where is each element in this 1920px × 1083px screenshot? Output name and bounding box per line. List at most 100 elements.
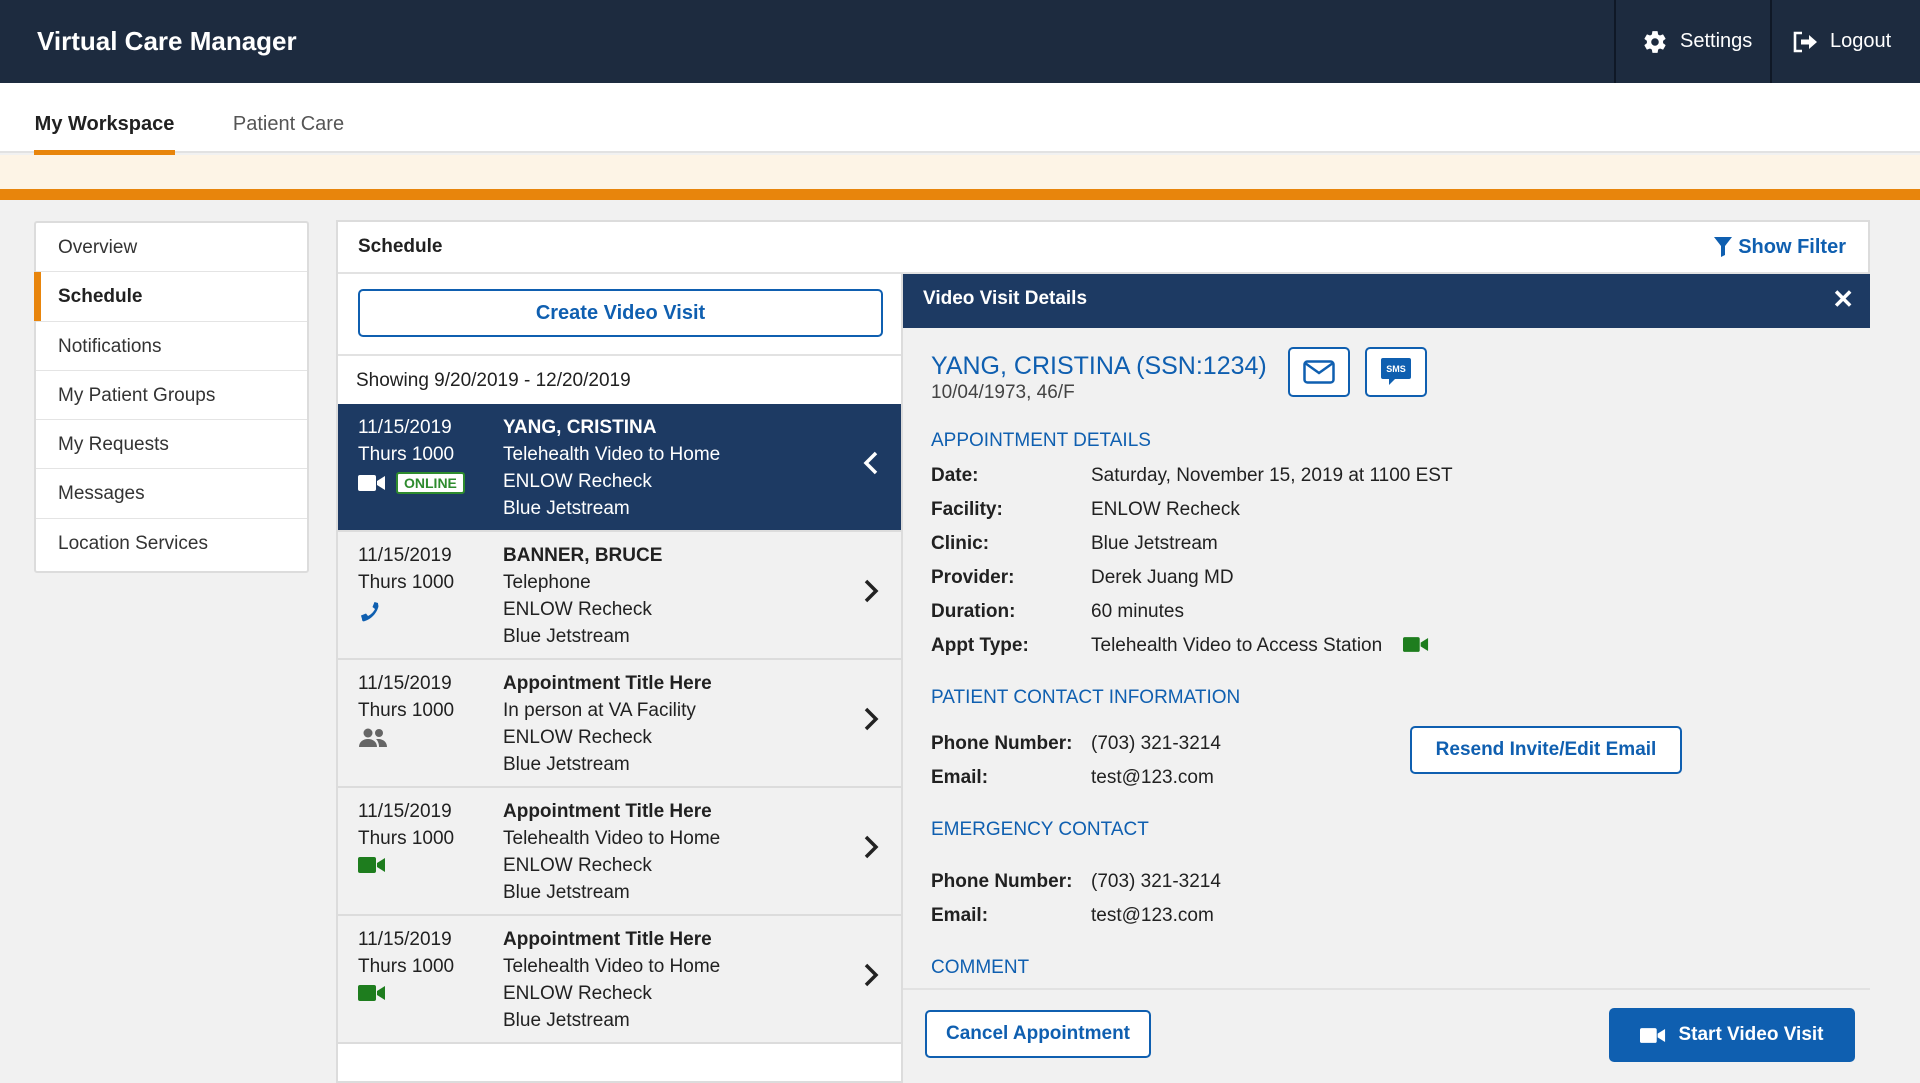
comment-heading: COMMENT [931,957,1030,978]
logout-label: Logout [1830,30,1892,52]
create-video-visit-button[interactable]: Create Video Visit [358,289,883,337]
alert-band [0,155,1920,189]
appointment-item[interactable]: 11/15/2019 Thurs 1000 BANNER, BRUCE Tele… [338,532,901,660]
appointment-facility: ENLOW Recheck [503,471,652,492]
sms-patient-button[interactable]: SMS [1365,347,1427,397]
email-value: test@123.com [1091,767,1214,788]
show-filter-label: Show Filter [1738,235,1846,258]
close-icon[interactable]: ✕ [1832,274,1854,324]
logout-icon [1793,31,1817,52]
provider-row: Provider: Derek Juang MD [931,567,1234,589]
accent-divider [0,189,1920,200]
patient-dob: 10/04/1973, 46/F [931,382,1075,403]
video-visit-details-panel: Video Visit Details ✕ YANG, CRISTINA (SS… [903,274,1870,1083]
sms-icon: SMS [1381,358,1411,385]
chevron-right-icon [864,707,879,731]
settings-label: Settings [1680,30,1753,52]
chevron-left-icon [863,451,878,475]
appointment-time: Thurs 1000 [358,444,455,465]
appointment-title: Appointment Title Here [503,801,712,822]
sms-label: SMS [1386,364,1406,374]
appt-type-value: Telehealth Video to Access Station [1091,635,1383,656]
phone-value: (703) 321-3214 [1091,733,1221,754]
appointment-facility: ENLOW Recheck [503,599,652,620]
settings-button[interactable]: Settings [1614,0,1770,83]
details-title: Video Visit Details [923,288,1088,309]
sidebar-nav: Overview Schedule Notifications My Patie… [34,221,309,573]
appointment-facility: ENLOW Recheck [503,727,652,748]
appointment-time: Thurs 1000 [358,572,455,593]
appointment-type: Telehealth Video to Home [503,444,721,465]
email-patient-button[interactable] [1288,347,1350,397]
tab-patient-care[interactable]: Patient Care [220,83,357,155]
online-status-badge: ONLINE [396,472,465,494]
patient-phone-row: Phone Number: (703) 321-3214 [931,733,1221,755]
app-title: Virtual Care Manager [37,26,297,56]
date-range-label: Showing 9/20/2019 - 12/20/2019 [338,354,901,404]
appointment-item[interactable]: 11/15/2019 Thurs 1000 Appointment Title … [338,788,901,916]
date-label: Date: [931,465,979,486]
email-value: test@123.com [1091,905,1214,926]
appointment-clinic: Blue Jetstream [503,1010,630,1031]
filter-icon [1714,237,1733,257]
sidebar-item-messages[interactable]: Messages [36,469,307,519]
emergency-phone-row: Phone Number: (703) 321-3214 [931,871,1221,893]
facility-value: ENLOW Recheck [1091,499,1240,520]
appointment-title: Appointment Title Here [503,673,712,694]
facility-row: Facility: ENLOW Recheck [931,499,1240,521]
details-header: Video Visit Details ✕ [903,274,1870,328]
facility-label: Facility: [931,499,1003,520]
sidebar-item-my-patient-groups[interactable]: My Patient Groups [36,371,307,421]
appointment-item[interactable]: 11/15/2019 Thurs 1000 Appointment Title … [338,660,901,788]
sidebar-item-overview[interactable]: Overview [36,223,307,273]
appointment-type: In person at VA Facility [503,700,696,721]
start-video-visit-label: Start Video Visit [1678,1024,1824,1045]
duration-value: 60 minutes [1091,601,1184,622]
date-value: Saturday, November 15, 2019 at 1100 EST [1091,465,1453,486]
top-bar: Virtual Care Manager Settings Logout [0,0,1920,83]
chevron-right-icon [864,579,879,603]
schedule-title: Schedule [358,236,443,257]
envelope-icon [1303,360,1335,384]
show-filter-button[interactable]: Show Filter [1714,236,1846,259]
appointment-time: Thurs 1000 [358,828,455,849]
resend-invite-button[interactable]: Resend Invite/Edit Email [1410,726,1682,774]
emergency-email-row: Email: test@123.com [931,905,1214,927]
appointment-list-column: Create Video Visit Showing 9/20/2019 - 1… [338,274,903,1083]
logout-button[interactable]: Logout [1770,0,1920,83]
appointment-title: YANG, CRISTINA [503,417,657,438]
appointment-type: Telephone [503,572,591,593]
sidebar-item-location-services[interactable]: Location Services [36,519,307,568]
start-video-visit-button[interactable]: Start Video Visit [1609,1008,1855,1062]
video-icon [1403,637,1429,652]
appointment-time: Thurs 1000 [358,700,455,721]
cancel-appointment-button[interactable]: Cancel Appointment [925,1010,1151,1058]
appointment-date: 11/15/2019 [358,929,452,950]
date-row: Date: Saturday, November 15, 2019 at 1100… [931,465,1453,487]
duration-row: Duration: 60 minutes [931,601,1184,623]
main-tabs: My Workspace Patient Care [0,83,1920,155]
phone-icon [361,602,379,622]
appointment-facility: ENLOW Recheck [503,855,652,876]
appointment-date: 11/15/2019 [358,801,452,822]
appointment-type: Telehealth Video to Home [503,956,721,977]
clinic-label: Clinic: [931,533,990,554]
sidebar-item-schedule[interactable]: Schedule [34,272,307,322]
appointment-time: Thurs 1000 [358,956,455,977]
appointment-details-heading: APPOINTMENT DETAILS [931,430,1151,451]
patient-email-row: Email: test@123.com [931,767,1214,789]
appointment-facility: ENLOW Recheck [503,983,652,1004]
phone-label: Phone Number: [931,733,1073,754]
tab-my-workspace[interactable]: My Workspace [34,83,175,155]
phone-label: Phone Number: [931,871,1073,892]
appointment-item[interactable]: 11/15/2019 Thurs 1000 ONLINE YANG, CRIST… [338,404,901,532]
appointment-item[interactable]: 11/15/2019 Thurs 1000 Appointment Title … [338,916,901,1044]
duration-label: Duration: [931,601,1016,622]
sidebar-item-notifications[interactable]: Notifications [36,322,307,371]
appointment-date: 11/15/2019 [358,417,452,438]
email-label: Email: [931,905,989,926]
gear-icon [1644,30,1666,53]
sidebar-item-my-requests[interactable]: My Requests [36,420,307,470]
video-icon [358,985,385,1001]
appointment-date: 11/15/2019 [358,545,452,566]
